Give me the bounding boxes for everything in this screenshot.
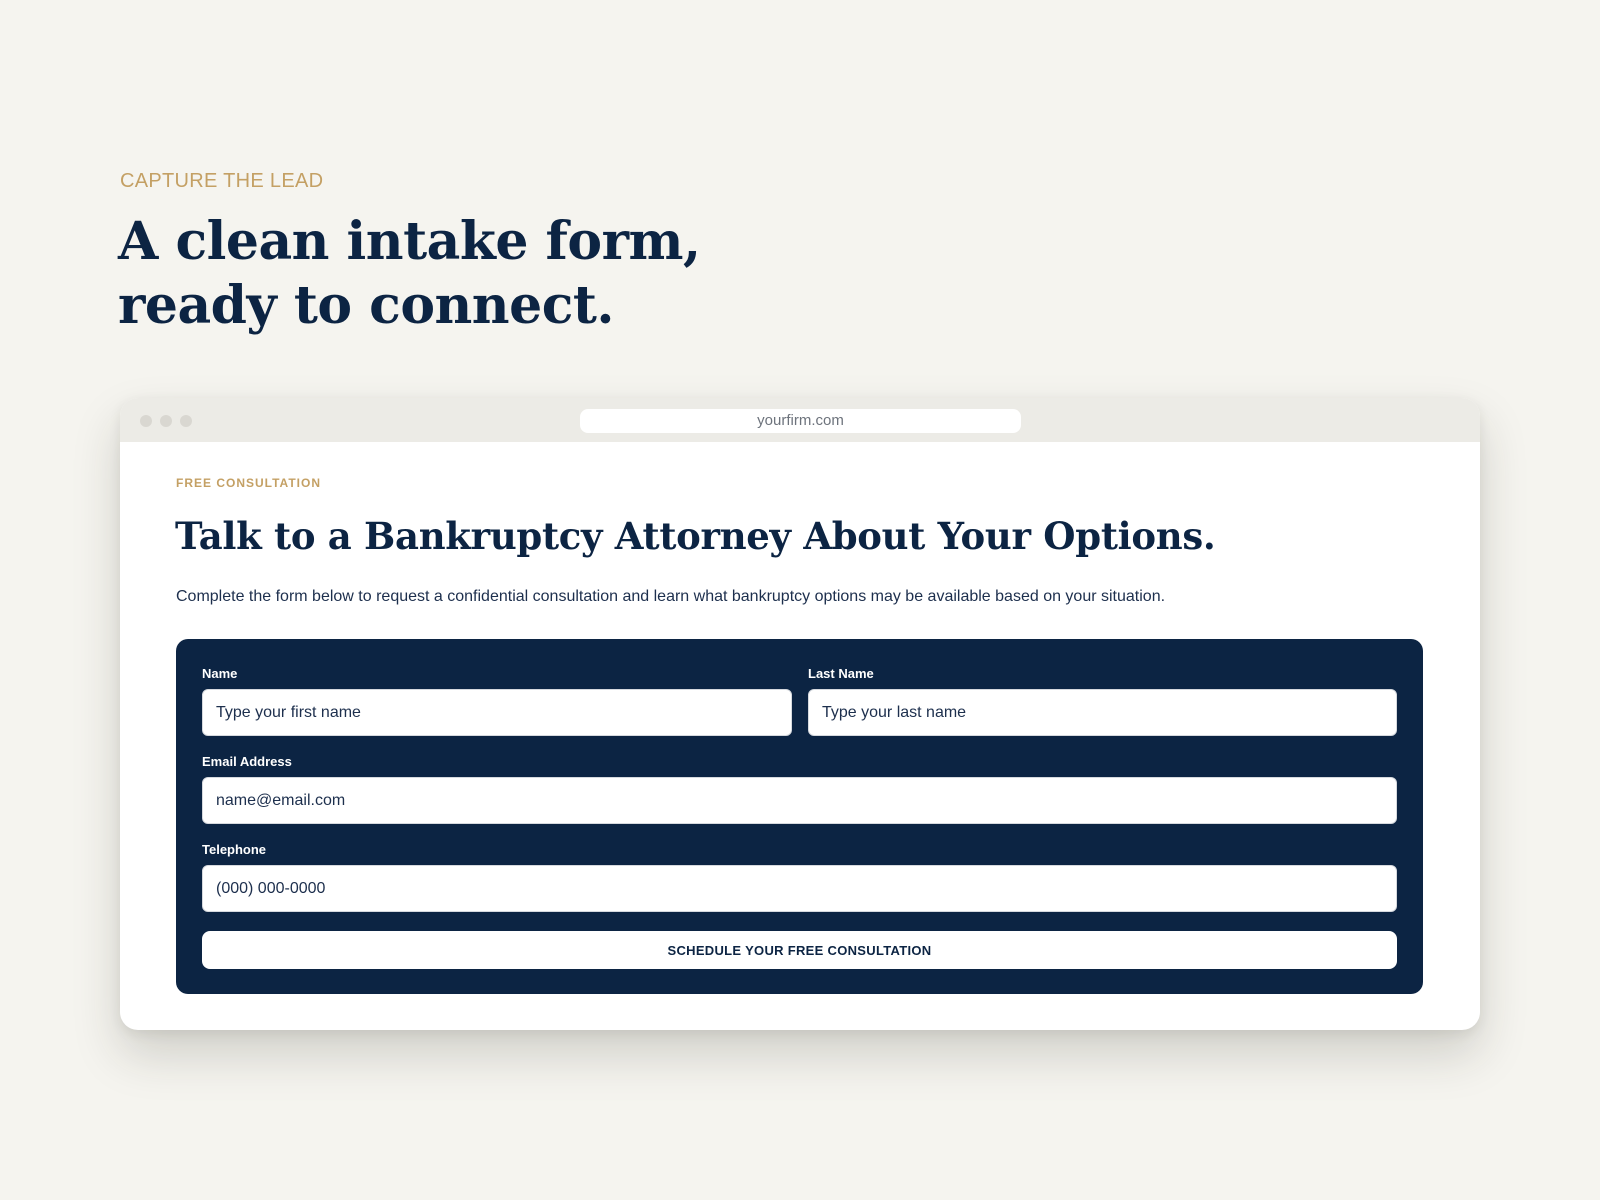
email-label: Email Address: [202, 754, 292, 769]
browser-window: yourfirm.com FREE CONSULTATION Talk to a…: [120, 398, 1480, 1030]
email-input[interactable]: [202, 777, 1397, 824]
window-maximize-dot-icon[interactable]: [180, 415, 192, 427]
first-name-label: Name: [202, 666, 238, 681]
page-description: Complete the form below to request a con…: [176, 588, 1166, 605]
page-title: Talk to a Bankruptcy Attorney About Your…: [175, 514, 1216, 558]
window-close-dot-icon[interactable]: [140, 415, 152, 427]
schedule-consultation-button[interactable]: SCHEDULE YOUR FREE CONSULTATION: [202, 931, 1397, 969]
address-bar[interactable]: yourfirm.com: [580, 409, 1021, 433]
first-name-input[interactable]: [202, 689, 792, 736]
page-eyebrow: FREE CONSULTATION: [176, 476, 321, 490]
hero-title-line-2: ready to connect.: [118, 275, 614, 336]
telephone-input[interactable]: [202, 865, 1397, 912]
intake-form: Name Last Name Email Address Telephone S…: [176, 639, 1423, 994]
last-name-label: Last Name: [808, 666, 874, 681]
telephone-label: Telephone: [202, 842, 267, 857]
window-minimize-dot-icon[interactable]: [160, 415, 172, 427]
hero-eyebrow: CAPTURE THE LEAD: [120, 170, 324, 192]
hero-title-line-1: A clean intake form,: [118, 211, 701, 272]
last-name-input[interactable]: [808, 689, 1397, 736]
hero-title: A clean intake form, ready to connect.: [118, 210, 701, 338]
browser-toolbar: yourfirm.com: [120, 398, 1480, 442]
